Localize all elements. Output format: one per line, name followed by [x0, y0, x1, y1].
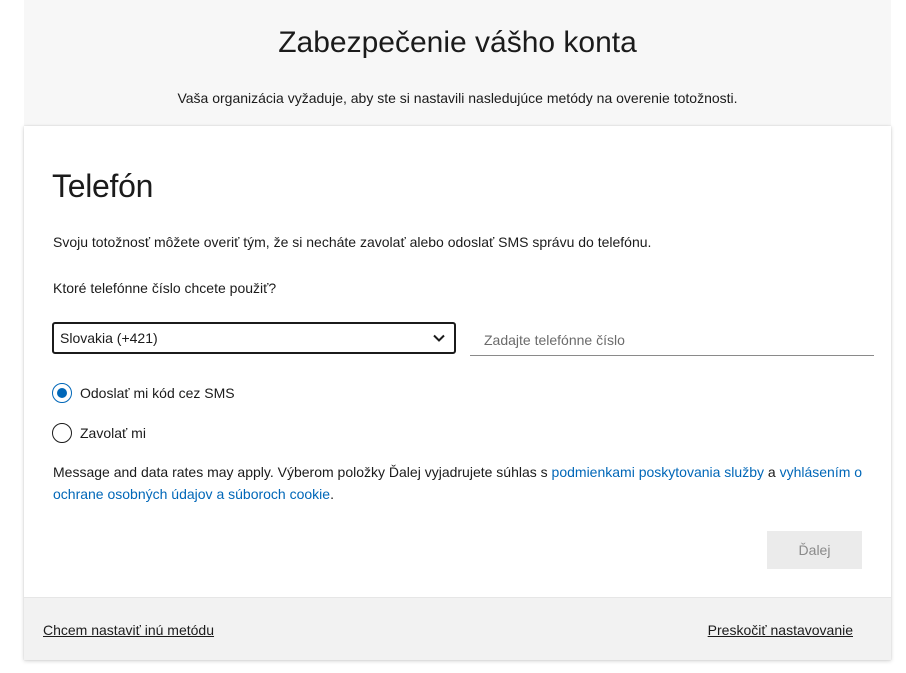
chevron-down-icon [432, 331, 446, 345]
legal-text-middle: a [764, 464, 780, 480]
legal-text-before: Message and data rates may apply. Výbero… [53, 464, 552, 480]
card-footer: Chcem nastaviť inú metódu Preskočiť nast… [24, 597, 891, 660]
country-code-select[interactable]: Slovakia (+421) [52, 322, 456, 354]
skip-setup-link[interactable]: Preskočiť nastavovanie [708, 622, 853, 638]
next-button[interactable]: Ďalej [767, 531, 862, 569]
legal-text-after: . [330, 486, 334, 502]
card-title: Telefón [52, 168, 154, 204]
phone-number-input[interactable] [470, 324, 874, 356]
phone-question-label: Ktoré telefónne číslo chcete použiť? [53, 280, 277, 296]
radio-option-sms[interactable]: Odoslať mi kód cez SMS [52, 383, 235, 403]
alternate-method-link[interactable]: Chcem nastaviť inú metódu [43, 622, 214, 638]
header-area: Zabezpečenie vášho konta Vaša organizáci… [24, 0, 891, 126]
radio-call-label: Zavolať mi [80, 425, 146, 441]
page-subtitle: Vaša organizácia vyžaduje, aby ste si na… [177, 90, 738, 106]
phone-setup-card: Telefón Svoju totožnosť môžete overiť tý… [24, 126, 891, 660]
radio-option-call[interactable]: Zavolať mi [52, 423, 146, 443]
legal-notice: Message and data rates may apply. Výbero… [53, 461, 863, 505]
page-title: Zabezpečenie vášho konta [278, 26, 637, 59]
radio-call-unselected[interactable] [52, 423, 72, 443]
terms-link[interactable]: podmienkami poskytovania služby [552, 464, 764, 480]
country-code-value: Slovakia (+421) [60, 330, 158, 346]
description-text: Svoju totožnosť môžete overiť tým, že si… [53, 234, 652, 250]
radio-sms-label: Odoslať mi kód cez SMS [80, 385, 235, 401]
radio-sms-selected[interactable] [52, 383, 72, 403]
